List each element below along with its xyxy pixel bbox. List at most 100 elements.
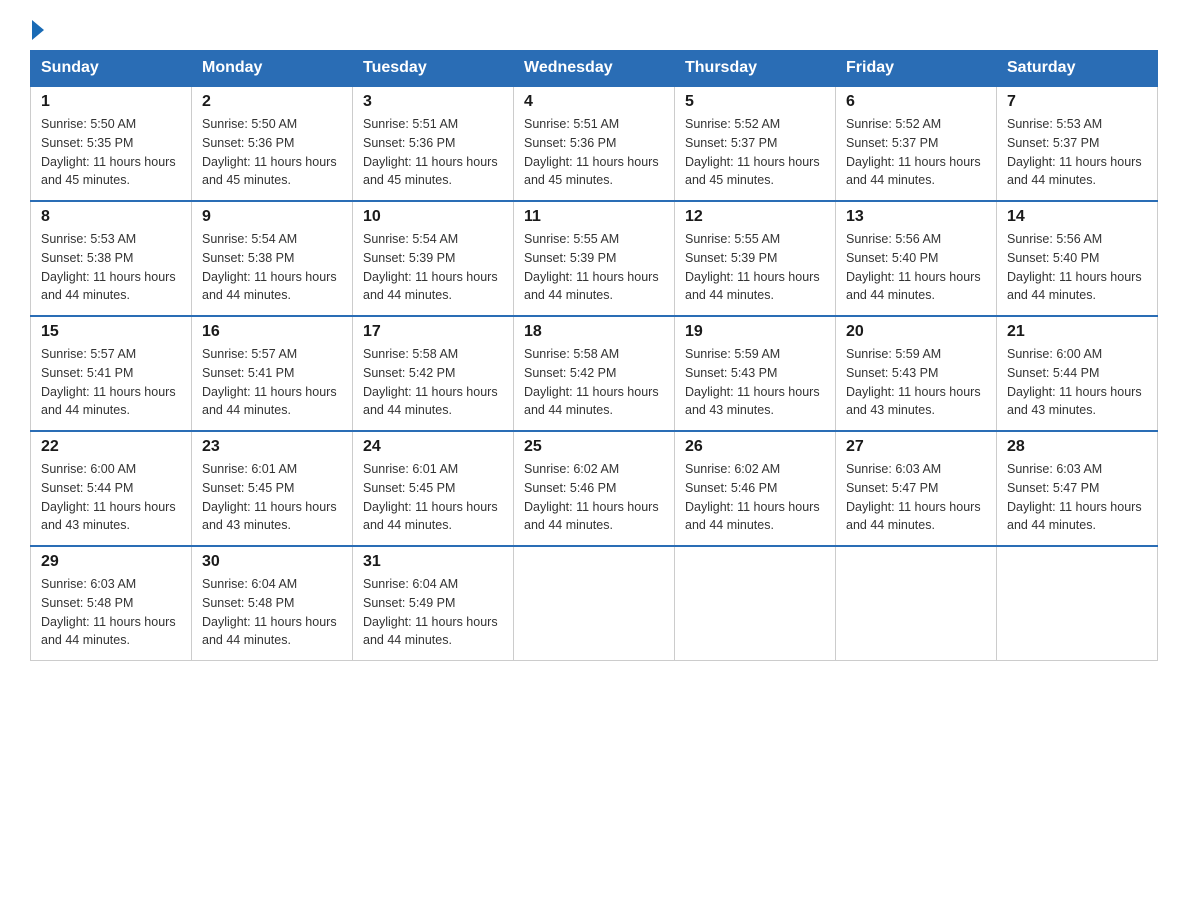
day-info: Sunrise: 6:04 AM Sunset: 5:49 PM Dayligh… — [363, 577, 498, 647]
day-info: Sunrise: 5:58 AM Sunset: 5:42 PM Dayligh… — [363, 347, 498, 417]
calendar-cell: 29 Sunrise: 6:03 AM Sunset: 5:48 PM Dayl… — [31, 546, 192, 661]
calendar-cell: 11 Sunrise: 5:55 AM Sunset: 5:39 PM Dayl… — [514, 201, 675, 316]
calendar-cell: 22 Sunrise: 6:00 AM Sunset: 5:44 PM Dayl… — [31, 431, 192, 546]
day-info: Sunrise: 6:01 AM Sunset: 5:45 PM Dayligh… — [202, 462, 337, 532]
calendar-cell: 30 Sunrise: 6:04 AM Sunset: 5:48 PM Dayl… — [192, 546, 353, 661]
calendar-cell: 1 Sunrise: 5:50 AM Sunset: 5:35 PM Dayli… — [31, 86, 192, 201]
day-number: 1 — [41, 93, 181, 111]
calendar-cell: 23 Sunrise: 6:01 AM Sunset: 5:45 PM Dayl… — [192, 431, 353, 546]
calendar-cell — [997, 546, 1158, 661]
column-header-thursday: Thursday — [675, 51, 836, 87]
logo-arrow-icon — [32, 20, 44, 40]
day-info: Sunrise: 6:02 AM Sunset: 5:46 PM Dayligh… — [524, 462, 659, 532]
day-info: Sunrise: 5:56 AM Sunset: 5:40 PM Dayligh… — [846, 232, 981, 302]
day-info: Sunrise: 5:58 AM Sunset: 5:42 PM Dayligh… — [524, 347, 659, 417]
calendar-table: SundayMondayTuesdayWednesdayThursdayFrid… — [30, 50, 1158, 661]
day-info: Sunrise: 6:00 AM Sunset: 5:44 PM Dayligh… — [41, 462, 176, 532]
calendar-cell: 17 Sunrise: 5:58 AM Sunset: 5:42 PM Dayl… — [353, 316, 514, 431]
day-info: Sunrise: 5:55 AM Sunset: 5:39 PM Dayligh… — [524, 232, 659, 302]
day-info: Sunrise: 6:04 AM Sunset: 5:48 PM Dayligh… — [202, 577, 337, 647]
day-info: Sunrise: 5:53 AM Sunset: 5:38 PM Dayligh… — [41, 232, 176, 302]
day-info: Sunrise: 5:52 AM Sunset: 5:37 PM Dayligh… — [685, 117, 820, 187]
day-info: Sunrise: 5:54 AM Sunset: 5:38 PM Dayligh… — [202, 232, 337, 302]
calendar-cell: 2 Sunrise: 5:50 AM Sunset: 5:36 PM Dayli… — [192, 86, 353, 201]
day-number: 8 — [41, 208, 181, 226]
day-info: Sunrise: 5:50 AM Sunset: 5:35 PM Dayligh… — [41, 117, 176, 187]
calendar-cell: 28 Sunrise: 6:03 AM Sunset: 5:47 PM Dayl… — [997, 431, 1158, 546]
calendar-cell: 6 Sunrise: 5:52 AM Sunset: 5:37 PM Dayli… — [836, 86, 997, 201]
day-number: 7 — [1007, 93, 1147, 111]
day-number: 11 — [524, 208, 664, 226]
day-info: Sunrise: 6:03 AM Sunset: 5:48 PM Dayligh… — [41, 577, 176, 647]
day-info: Sunrise: 5:51 AM Sunset: 5:36 PM Dayligh… — [524, 117, 659, 187]
calendar-cell: 5 Sunrise: 5:52 AM Sunset: 5:37 PM Dayli… — [675, 86, 836, 201]
day-info: Sunrise: 5:56 AM Sunset: 5:40 PM Dayligh… — [1007, 232, 1142, 302]
day-number: 30 — [202, 553, 342, 571]
week-row-5: 29 Sunrise: 6:03 AM Sunset: 5:48 PM Dayl… — [31, 546, 1158, 661]
calendar-header-row: SundayMondayTuesdayWednesdayThursdayFrid… — [31, 51, 1158, 87]
calendar-cell: 12 Sunrise: 5:55 AM Sunset: 5:39 PM Dayl… — [675, 201, 836, 316]
week-row-3: 15 Sunrise: 5:57 AM Sunset: 5:41 PM Dayl… — [31, 316, 1158, 431]
day-info: Sunrise: 5:54 AM Sunset: 5:39 PM Dayligh… — [363, 232, 498, 302]
day-number: 20 — [846, 323, 986, 341]
column-header-sunday: Sunday — [31, 51, 192, 87]
calendar-cell: 25 Sunrise: 6:02 AM Sunset: 5:46 PM Dayl… — [514, 431, 675, 546]
day-info: Sunrise: 5:57 AM Sunset: 5:41 PM Dayligh… — [202, 347, 337, 417]
day-number: 24 — [363, 438, 503, 456]
day-number: 2 — [202, 93, 342, 111]
day-number: 26 — [685, 438, 825, 456]
calendar-cell: 18 Sunrise: 5:58 AM Sunset: 5:42 PM Dayl… — [514, 316, 675, 431]
day-info: Sunrise: 5:59 AM Sunset: 5:43 PM Dayligh… — [685, 347, 820, 417]
day-number: 6 — [846, 93, 986, 111]
calendar-cell: 3 Sunrise: 5:51 AM Sunset: 5:36 PM Dayli… — [353, 86, 514, 201]
calendar-cell: 15 Sunrise: 5:57 AM Sunset: 5:41 PM Dayl… — [31, 316, 192, 431]
day-info: Sunrise: 6:03 AM Sunset: 5:47 PM Dayligh… — [1007, 462, 1142, 532]
logo — [30, 20, 44, 40]
calendar-cell: 16 Sunrise: 5:57 AM Sunset: 5:41 PM Dayl… — [192, 316, 353, 431]
day-number: 23 — [202, 438, 342, 456]
calendar-cell: 21 Sunrise: 6:00 AM Sunset: 5:44 PM Dayl… — [997, 316, 1158, 431]
day-number: 15 — [41, 323, 181, 341]
calendar-cell — [836, 546, 997, 661]
day-info: Sunrise: 5:52 AM Sunset: 5:37 PM Dayligh… — [846, 117, 981, 187]
day-number: 5 — [685, 93, 825, 111]
week-row-2: 8 Sunrise: 5:53 AM Sunset: 5:38 PM Dayli… — [31, 201, 1158, 316]
day-number: 21 — [1007, 323, 1147, 341]
calendar-cell: 26 Sunrise: 6:02 AM Sunset: 5:46 PM Dayl… — [675, 431, 836, 546]
day-info: Sunrise: 6:00 AM Sunset: 5:44 PM Dayligh… — [1007, 347, 1142, 417]
day-number: 27 — [846, 438, 986, 456]
day-number: 22 — [41, 438, 181, 456]
day-number: 31 — [363, 553, 503, 571]
column-header-saturday: Saturday — [997, 51, 1158, 87]
calendar-cell: 27 Sunrise: 6:03 AM Sunset: 5:47 PM Dayl… — [836, 431, 997, 546]
calendar-cell — [675, 546, 836, 661]
day-number: 17 — [363, 323, 503, 341]
calendar-cell: 4 Sunrise: 5:51 AM Sunset: 5:36 PM Dayli… — [514, 86, 675, 201]
day-number: 25 — [524, 438, 664, 456]
day-number: 18 — [524, 323, 664, 341]
day-number: 13 — [846, 208, 986, 226]
day-number: 29 — [41, 553, 181, 571]
day-number: 4 — [524, 93, 664, 111]
calendar-cell: 10 Sunrise: 5:54 AM Sunset: 5:39 PM Dayl… — [353, 201, 514, 316]
day-info: Sunrise: 6:02 AM Sunset: 5:46 PM Dayligh… — [685, 462, 820, 532]
week-row-4: 22 Sunrise: 6:00 AM Sunset: 5:44 PM Dayl… — [31, 431, 1158, 546]
day-info: Sunrise: 5:59 AM Sunset: 5:43 PM Dayligh… — [846, 347, 981, 417]
day-number: 12 — [685, 208, 825, 226]
day-number: 14 — [1007, 208, 1147, 226]
day-number: 16 — [202, 323, 342, 341]
day-info: Sunrise: 5:57 AM Sunset: 5:41 PM Dayligh… — [41, 347, 176, 417]
calendar-cell: 24 Sunrise: 6:01 AM Sunset: 5:45 PM Dayl… — [353, 431, 514, 546]
column-header-tuesday: Tuesday — [353, 51, 514, 87]
day-info: Sunrise: 6:03 AM Sunset: 5:47 PM Dayligh… — [846, 462, 981, 532]
calendar-cell — [514, 546, 675, 661]
day-info: Sunrise: 5:55 AM Sunset: 5:39 PM Dayligh… — [685, 232, 820, 302]
day-info: Sunrise: 5:53 AM Sunset: 5:37 PM Dayligh… — [1007, 117, 1142, 187]
day-number: 10 — [363, 208, 503, 226]
calendar-cell: 31 Sunrise: 6:04 AM Sunset: 5:49 PM Dayl… — [353, 546, 514, 661]
day-info: Sunrise: 5:50 AM Sunset: 5:36 PM Dayligh… — [202, 117, 337, 187]
day-info: Sunrise: 6:01 AM Sunset: 5:45 PM Dayligh… — [363, 462, 498, 532]
calendar-cell: 7 Sunrise: 5:53 AM Sunset: 5:37 PM Dayli… — [997, 86, 1158, 201]
calendar-cell: 8 Sunrise: 5:53 AM Sunset: 5:38 PM Dayli… — [31, 201, 192, 316]
calendar-cell: 9 Sunrise: 5:54 AM Sunset: 5:38 PM Dayli… — [192, 201, 353, 316]
